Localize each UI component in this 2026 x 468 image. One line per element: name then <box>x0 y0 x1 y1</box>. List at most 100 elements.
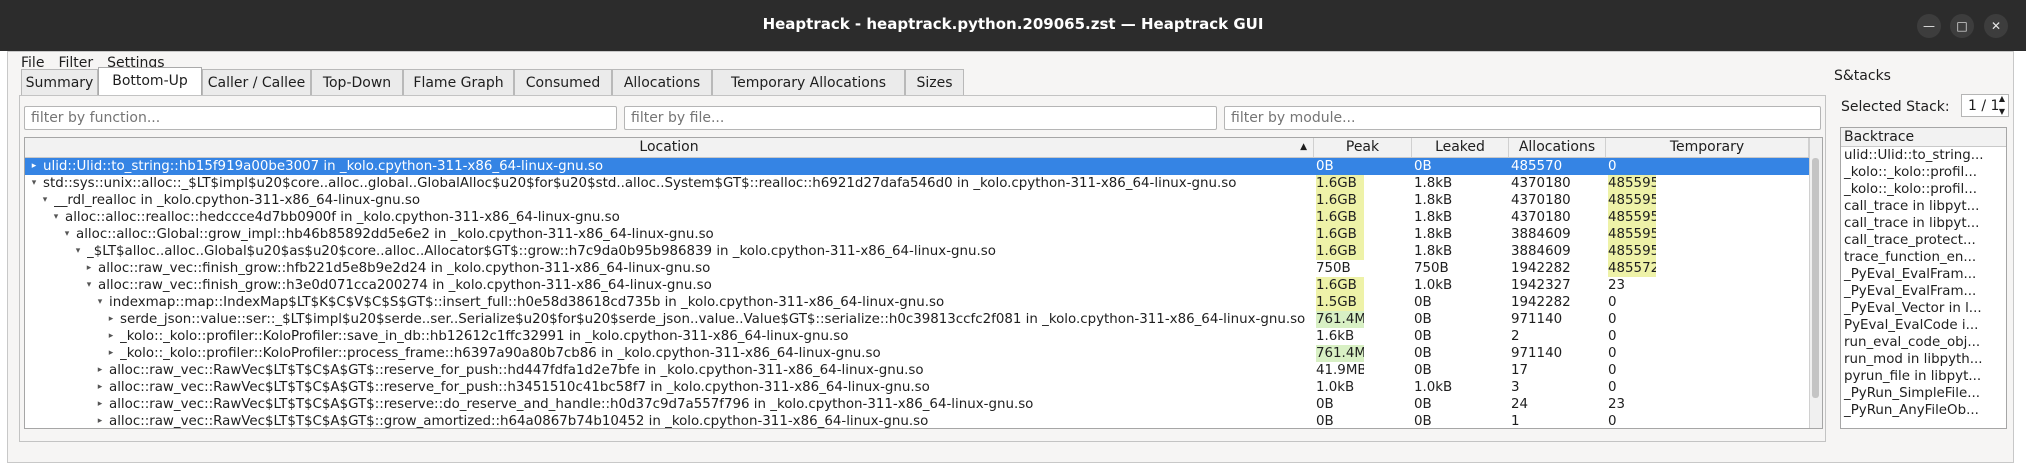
backtrace-frame[interactable]: call_trace in libpyt... <box>1841 198 2006 215</box>
status-bar <box>8 444 2013 462</box>
cell-leaked: 1.8kB <box>1414 193 1453 208</box>
column-peak[interactable]: Peak <box>1314 138 1412 157</box>
tab-top-down[interactable]: Top-Down <box>311 69 403 95</box>
backtrace-frame[interactable]: _kolo::_kolo::profil... <box>1841 164 2006 181</box>
cell-location: alloc::raw_vec::RawVec$LT$T$C$A$GT$::res… <box>109 363 924 378</box>
collapse-arrow-icon[interactable]: ▾ <box>29 175 39 192</box>
tab-summary[interactable]: Summary <box>21 69 98 95</box>
spin-arrows-icon[interactable]: ▲ ▼ <box>1999 92 2005 118</box>
cell-leaked: 1.8kB <box>1414 227 1453 242</box>
collapse-arrow-icon[interactable]: ▾ <box>84 277 94 294</box>
filter-function-input[interactable] <box>24 106 617 130</box>
cell-peak: 41.9MB <box>1316 363 1364 378</box>
tree-row[interactable]: ▾ alloc::alloc::Global::grow_impl::hb46b8… <box>25 226 1809 243</box>
collapse-arrow-icon[interactable]: ▾ <box>51 209 61 226</box>
cell-leaked: 0B <box>1414 397 1432 412</box>
expand-arrow-icon[interactable]: ▸ <box>106 328 116 345</box>
expand-arrow-icon[interactable]: ▸ <box>29 158 39 175</box>
cell-temporary: 0 <box>1608 346 1617 361</box>
expand-arrow-icon[interactable]: ▸ <box>106 311 116 328</box>
expand-arrow-icon[interactable]: ▸ <box>95 413 105 428</box>
tab-allocations[interactable]: Allocations <box>612 69 712 95</box>
expand-arrow-icon[interactable]: ▸ <box>84 260 94 277</box>
backtrace-frame[interactable]: _PyEval_Vector in l... <box>1841 300 2006 317</box>
close-icon[interactable]: ✕ <box>1984 14 2008 38</box>
column-location[interactable]: Location ▲ <box>25 138 1314 157</box>
expand-arrow-icon[interactable]: ▸ <box>95 362 105 379</box>
cell-location: alloc::raw_vec::finish_grow::h3e0d071cca… <box>98 278 712 293</box>
tab-bottom-up[interactable]: Bottom-Up <box>98 67 202 96</box>
tree-row[interactable]: ▾ std::sys::unix::alloc::_$LT$impl$u20$co… <box>25 175 1809 192</box>
selected-stack-spinbox[interactable]: 1 / 1 ▲ ▼ <box>1961 94 2009 117</box>
backtrace-frame[interactable]: call_trace in libpyt... <box>1841 215 2006 232</box>
bottom-up-tree[interactable]: Location ▲ Peak Leaked Allocations Tempor… <box>24 137 1823 429</box>
backtrace-frame[interactable]: PyEval_EvalCode i... <box>1841 317 2006 334</box>
collapse-arrow-icon[interactable]: ▾ <box>73 243 83 260</box>
tree-row[interactable]: ▾ _$LT$alloc..alloc..Global$u20$as$u20$co… <box>25 243 1809 260</box>
cell-temporary: 0 <box>1608 295 1617 310</box>
tree-row[interactable]: ▸ serde_json::value::ser::_$LT$impl$u20$s… <box>25 311 1809 328</box>
cell-peak: 761.4MB <box>1316 345 1364 362</box>
tab-temporary-allocations[interactable]: Temporary Allocations <box>712 69 905 95</box>
tree-row[interactable]: ▸ alloc::raw_vec::RawVec$LT$T$C$A$GT$::re… <box>25 362 1809 379</box>
tab-caller-callee[interactable]: Caller / Callee <box>202 69 311 95</box>
cell-temporary: 0 <box>1608 329 1617 344</box>
column-temporary[interactable]: Temporary <box>1606 138 1809 157</box>
filter-file-input[interactable] <box>624 106 1217 130</box>
cell-leaked: 750B <box>1414 261 1449 276</box>
cell-peak: 1.6GB <box>1316 243 1364 260</box>
tree-row[interactable]: ▸ _kolo::_kolo::profiler::KoloProfiler::p… <box>25 345 1809 362</box>
tree-row[interactable]: ▸ alloc::raw_vec::RawVec$LT$T$C$A$GT$::re… <box>25 396 1809 413</box>
cell-location: _kolo::_kolo::profiler::KoloProfiler::pr… <box>120 346 881 361</box>
backtrace-frame[interactable]: trace_function_en... <box>1841 249 2006 266</box>
cell-allocations: 971140 <box>1511 346 1563 361</box>
tree-scrollbar[interactable] <box>1809 138 1822 428</box>
tree-row[interactable]: ▸ alloc::raw_vec::finish_grow::hfb221d5e8… <box>25 260 1809 277</box>
column-allocations[interactable]: Allocations <box>1509 138 1606 157</box>
collapse-arrow-icon[interactable]: ▾ <box>62 226 72 243</box>
cell-leaked: 1.0kB <box>1414 380 1453 395</box>
backtrace-frame[interactable]: _PyEval_EvalFram... <box>1841 266 2006 283</box>
cell-temporary: 23 <box>1608 278 1626 293</box>
backtrace-frame[interactable]: call_trace_protect... <box>1841 232 2006 249</box>
backtrace-frame[interactable]: _kolo::_kolo::profil... <box>1841 181 2006 198</box>
column-leaked[interactable]: Leaked <box>1412 138 1509 157</box>
tree-row[interactable]: ▸ ulid::Ulid::to_string::hb15f919a00be300… <box>25 158 1809 175</box>
cell-peak: 761.4MB <box>1316 311 1364 328</box>
tab-sizes[interactable]: Sizes <box>905 69 964 95</box>
cell-leaked: 0B <box>1414 363 1432 378</box>
minimize-icon[interactable]: — <box>1917 14 1941 38</box>
tab-consumed[interactable]: Consumed <box>514 69 612 95</box>
maximize-icon[interactable]: □ <box>1950 14 1974 38</box>
tree-row[interactable]: ▾ indexmap::map::IndexMap$LT$K$C$V$C$S$GT… <box>25 294 1809 311</box>
backtrace-frame[interactable]: _PyEval_EvalFram... <box>1841 283 2006 300</box>
backtrace-frame[interactable]: ulid::Ulid::to_string... <box>1841 147 2006 164</box>
cell-allocations: 2 <box>1511 329 1520 344</box>
backtrace-frame[interactable]: run_mod in libpyth... <box>1841 351 2006 368</box>
backtrace-frame[interactable]: pyrun_file in libpyt... <box>1841 368 2006 385</box>
tree-row[interactable]: ▸ alloc::raw_vec::RawVec$LT$T$C$A$GT$::re… <box>25 379 1809 396</box>
tree-row[interactable]: ▾ alloc::raw_vec::finish_grow::h3e0d071cc… <box>25 277 1809 294</box>
expand-arrow-icon[interactable]: ▸ <box>95 379 105 396</box>
tree-row[interactable]: ▾ alloc::alloc::realloc::hedccce4d7bb0900… <box>25 209 1809 226</box>
collapse-arrow-icon[interactable]: ▾ <box>95 294 105 311</box>
expand-arrow-icon[interactable]: ▸ <box>106 345 116 362</box>
tree-row[interactable]: ▸ alloc::raw_vec::RawVec$LT$T$C$A$GT$::gr… <box>25 413 1809 428</box>
title-bar: Heaptrack - heaptrack.python.209065.zst … <box>0 0 2026 51</box>
cell-allocations: 24 <box>1511 397 1529 412</box>
tree-row[interactable]: ▸ _kolo::_kolo::profiler::KoloProfiler::s… <box>25 328 1809 345</box>
tree-row[interactable]: ▾ __rdl_realloc in _kolo.cpython-311-x86_… <box>25 192 1809 209</box>
backtrace-header: Backtrace <box>1841 128 2006 147</box>
backtrace-frame[interactable]: _PyRun_AnyFileOb... <box>1841 402 2006 419</box>
backtrace-list[interactable]: Backtrace ulid::Ulid::to_string... _kolo:… <box>1840 127 2007 429</box>
collapse-arrow-icon[interactable]: ▾ <box>40 192 50 209</box>
scrollbar-thumb[interactable] <box>1812 158 1819 398</box>
cell-temporary: 485595 <box>1608 226 1656 243</box>
tab-flame-graph[interactable]: Flame Graph <box>403 69 514 95</box>
backtrace-frame[interactable]: _PyRun_SimpleFile... <box>1841 385 2006 402</box>
filter-module-input[interactable] <box>1224 106 1821 130</box>
expand-arrow-icon[interactable]: ▸ <box>95 396 105 413</box>
cell-location: alloc::alloc::Global::grow_impl::hb46b85… <box>76 227 714 242</box>
backtrace-frame[interactable]: run_eval_code_obj... <box>1841 334 2006 351</box>
cell-peak: 1.6kB <box>1316 329 1355 344</box>
